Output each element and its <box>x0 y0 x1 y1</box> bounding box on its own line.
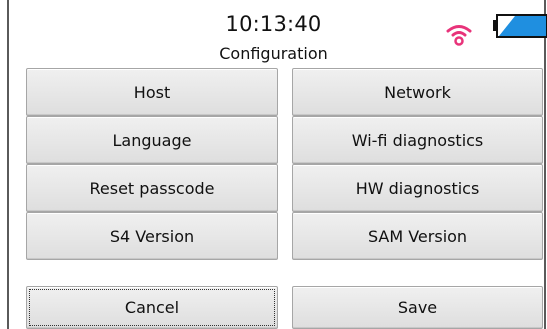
save-button[interactable]: Save <box>292 286 543 329</box>
wifi-icon <box>446 25 472 46</box>
host-button[interactable]: Host <box>26 68 278 116</box>
device-screen: 10:13:40 Configuration Host Network Lang… <box>0 0 547 329</box>
page-title: Configuration <box>219 44 328 63</box>
hw-diagnostics-button[interactable]: HW diagnostics <box>292 164 543 212</box>
network-button[interactable]: Network <box>292 68 543 116</box>
cancel-button[interactable]: Cancel <box>26 286 278 329</box>
reset-passcode-button[interactable]: Reset passcode <box>26 164 278 212</box>
sam-version-button[interactable]: SAM Version <box>292 212 543 260</box>
s4-version-button[interactable]: S4 Version <box>26 212 278 260</box>
battery-icon <box>493 14 547 38</box>
wifi-diagnostics-button[interactable]: Wi-fi diagnostics <box>292 116 543 164</box>
language-button[interactable]: Language <box>26 116 278 164</box>
